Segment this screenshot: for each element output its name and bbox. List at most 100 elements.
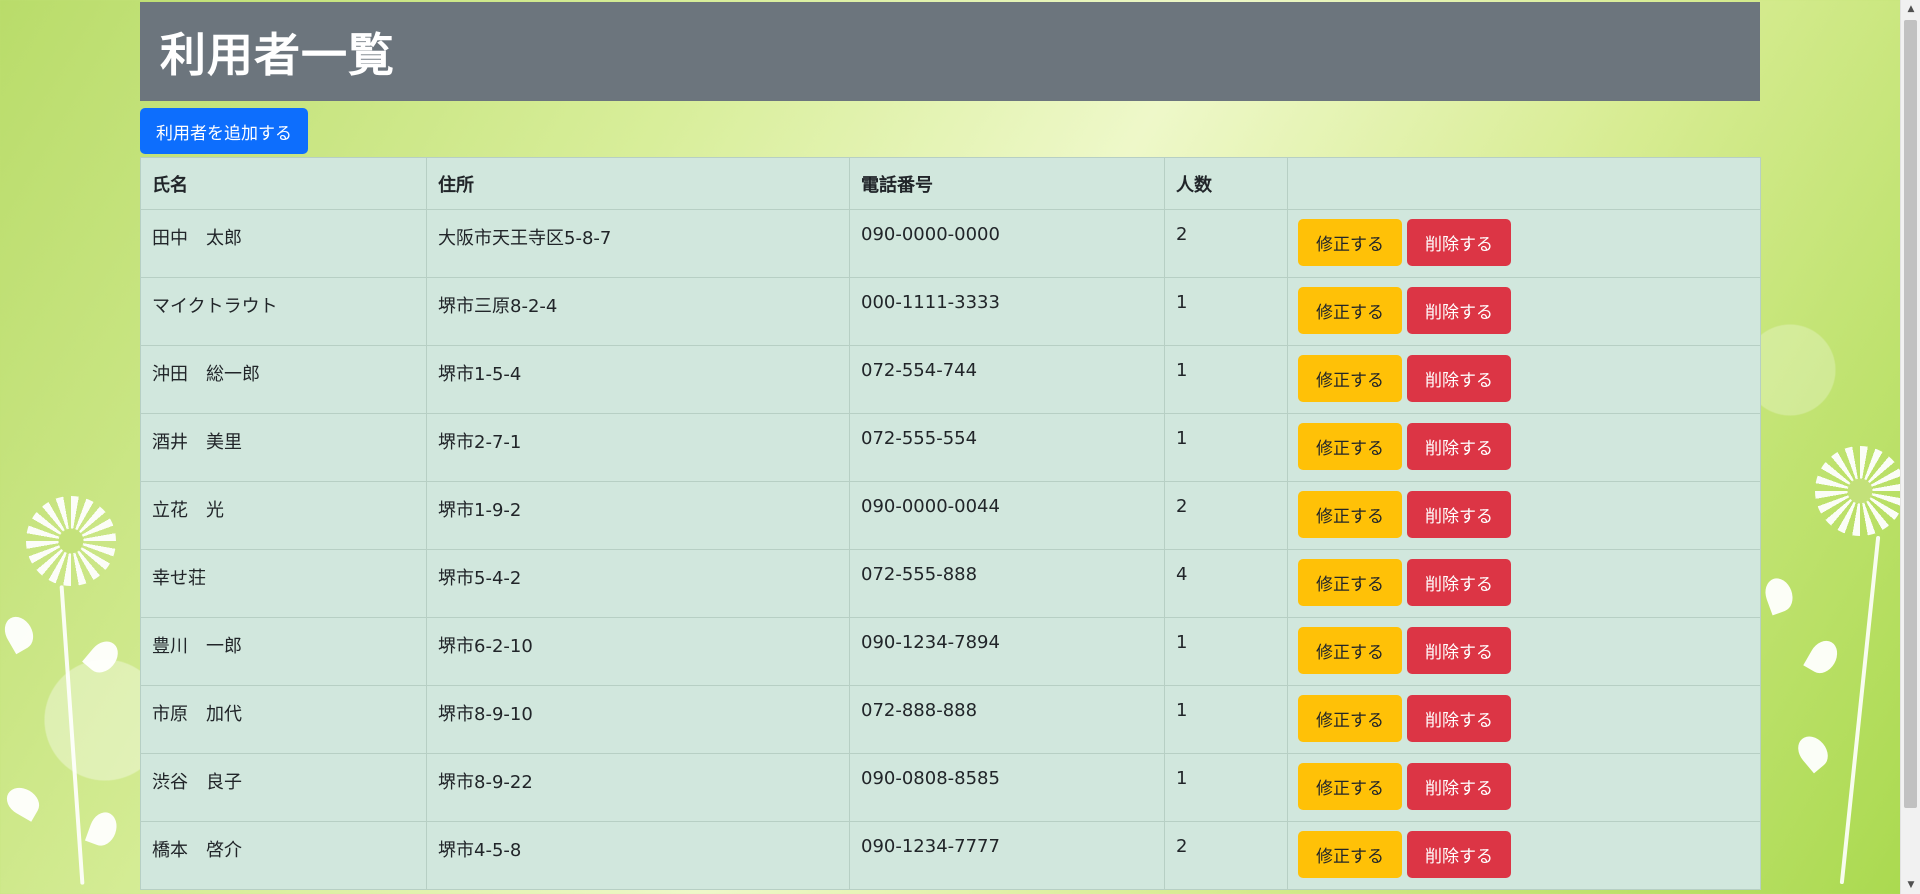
cell-phone: 072-554-744 [849, 345, 1165, 414]
table-row: 豊川 一郎 堺市6-2-10 090-1234-7894 1 修正する 削除する [140, 617, 1761, 686]
cell-count: 2 [1164, 481, 1288, 550]
cell-address: 堺市8-9-10 [426, 685, 850, 754]
cell-phone: 090-0808-8585 [849, 753, 1165, 822]
cell-phone: 072-555-888 [849, 549, 1165, 618]
cell-address: 堺市1-5-4 [426, 345, 850, 414]
edit-button[interactable]: 修正する [1298, 627, 1402, 674]
cell-address: 堺市1-9-2 [426, 481, 850, 550]
cell-address: 堺市8-9-22 [426, 753, 850, 822]
flower-decoration-icon [26, 496, 116, 586]
cell-name: 幸せ荘 [140, 549, 427, 618]
cell-phone: 090-0000-0044 [849, 481, 1165, 550]
cell-name: 田中 太郎 [140, 209, 427, 278]
vertical-scrollbar[interactable]: ▲ ▼ [1900, 0, 1920, 894]
cell-actions: 修正する 削除する [1287, 209, 1761, 278]
cell-actions: 修正する 削除する [1287, 753, 1761, 822]
main-container: 利用者一覧 利用者を追加する 氏名 住所 電話番号 人数 田中 太郎 大阪市天王… [140, 2, 1761, 890]
edit-button[interactable]: 修正する [1298, 763, 1402, 810]
leaf-decoration-icon [84, 808, 122, 850]
cell-count: 1 [1164, 413, 1288, 482]
delete-button[interactable]: 削除する [1407, 831, 1511, 878]
cell-address: 堺市2-7-1 [426, 413, 850, 482]
delete-button[interactable]: 削除する [1407, 559, 1511, 606]
delete-button[interactable]: 削除する [1407, 763, 1511, 810]
cell-count: 1 [1164, 345, 1288, 414]
cell-name: 酒井 美里 [140, 413, 427, 482]
cell-actions: 修正する 削除する [1287, 345, 1761, 414]
delete-button[interactable]: 削除する [1407, 627, 1511, 674]
cell-name: マイクトラウト [140, 277, 427, 346]
cell-address: 堺市6-2-10 [426, 617, 850, 686]
scroll-down-arrow-icon[interactable]: ▼ [1901, 876, 1920, 894]
flower-decoration-icon [1815, 446, 1905, 536]
delete-button[interactable]: 削除する [1407, 491, 1511, 538]
cell-actions: 修正する 削除する [1287, 481, 1761, 550]
cell-count: 1 [1164, 277, 1288, 346]
cell-name: 渋谷 良子 [140, 753, 427, 822]
table-row: 渋谷 良子 堺市8-9-22 090-0808-8585 1 修正する 削除する [140, 753, 1761, 822]
edit-button[interactable]: 修正する [1298, 559, 1402, 606]
cell-name: 豊川 一郎 [140, 617, 427, 686]
edit-button[interactable]: 修正する [1298, 355, 1402, 402]
toolbar: 利用者を追加する [140, 101, 1760, 157]
cell-actions: 修正する 削除する [1287, 277, 1761, 346]
table-row: 沖田 総一郎 堺市1-5-4 072-554-744 1 修正する 削除する [140, 345, 1761, 414]
cell-phone: 000-1111-3333 [849, 277, 1165, 346]
scrollbar-thumb[interactable] [1904, 20, 1917, 808]
delete-button[interactable]: 削除する [1407, 219, 1511, 266]
table-row: マイクトラウト 堺市三原8-2-4 000-1111-3333 1 修正する 削除… [140, 277, 1761, 346]
cell-phone: 090-1234-7894 [849, 617, 1165, 686]
page-title: 利用者一覧 [160, 27, 395, 82]
column-header-count: 人数 [1164, 157, 1288, 210]
cell-address: 堺市4-5-8 [426, 821, 850, 890]
table-row: 酒井 美里 堺市2-7-1 072-555-554 1 修正する 削除する [140, 413, 1761, 482]
cell-count: 2 [1164, 209, 1288, 278]
cell-count: 2 [1164, 821, 1288, 890]
table-row: 幸せ荘 堺市5-4-2 072-555-888 4 修正する 削除する [140, 549, 1761, 618]
delete-button[interactable]: 削除する [1407, 287, 1511, 334]
flower-stem-decoration [59, 585, 85, 885]
cell-phone: 072-888-888 [849, 685, 1165, 754]
column-header-actions [1287, 157, 1761, 210]
cell-count: 1 [1164, 617, 1288, 686]
user-table: 氏名 住所 電話番号 人数 田中 太郎 大阪市天王寺区5-8-7 090-000… [140, 157, 1761, 890]
leaf-decoration-icon [1803, 635, 1843, 679]
cell-actions: 修正する 削除する [1287, 685, 1761, 754]
table-row: 市原 加代 堺市8-9-10 072-888-888 1 修正する 削除する [140, 685, 1761, 754]
delete-button[interactable]: 削除する [1407, 695, 1511, 742]
table-row: 橋本 啓介 堺市4-5-8 090-1234-7777 2 修正する 削除する [140, 821, 1761, 890]
edit-button[interactable]: 修正する [1298, 491, 1402, 538]
leaf-decoration-icon [1760, 574, 1798, 616]
cell-actions: 修正する 削除する [1287, 549, 1761, 618]
edit-button[interactable]: 修正する [1298, 831, 1402, 878]
edit-button[interactable]: 修正する [1298, 219, 1402, 266]
delete-button[interactable]: 削除する [1407, 423, 1511, 470]
edit-button[interactable]: 修正する [1298, 695, 1402, 742]
cell-address: 大阪市天王寺区5-8-7 [426, 209, 850, 278]
cell-name: 立花 光 [140, 481, 427, 550]
leaf-decoration-icon [82, 635, 124, 679]
delete-button[interactable]: 削除する [1407, 355, 1511, 402]
leaf-decoration-icon [1792, 730, 1834, 774]
cell-actions: 修正する 削除する [1287, 413, 1761, 482]
cell-count: 4 [1164, 549, 1288, 618]
cell-name: 橋本 啓介 [140, 821, 427, 890]
cell-name: 市原 加代 [140, 685, 427, 754]
cell-count: 1 [1164, 753, 1288, 822]
cell-count: 1 [1164, 685, 1288, 754]
scroll-up-arrow-icon[interactable]: ▲ [1901, 0, 1920, 18]
cell-phone: 072-555-554 [849, 413, 1165, 482]
cell-name: 沖田 総一郎 [140, 345, 427, 414]
cell-address: 堺市5-4-2 [426, 549, 850, 618]
table-row: 立花 光 堺市1-9-2 090-0000-0044 2 修正する 削除する [140, 481, 1761, 550]
table-header-row: 氏名 住所 電話番号 人数 [140, 157, 1761, 210]
column-header-address: 住所 [426, 157, 850, 210]
column-header-phone: 電話番号 [849, 157, 1165, 210]
leaf-decoration-icon [1, 782, 45, 822]
cell-actions: 修正する 削除する [1287, 617, 1761, 686]
page-header: 利用者一覧 [140, 2, 1760, 101]
cell-actions: 修正する 削除する [1287, 821, 1761, 890]
add-user-button[interactable]: 利用者を追加する [140, 108, 308, 154]
edit-button[interactable]: 修正する [1298, 423, 1402, 470]
edit-button[interactable]: 修正する [1298, 287, 1402, 334]
